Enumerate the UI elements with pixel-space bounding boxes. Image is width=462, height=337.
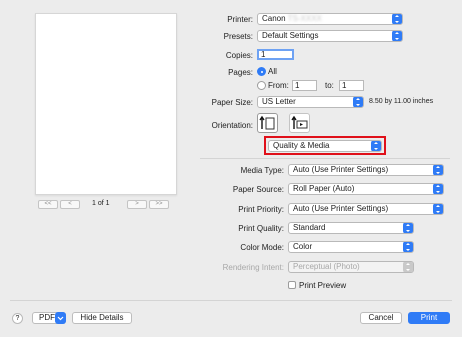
printer-model-redacted: TS-XXXX: [287, 14, 322, 23]
chevron-updown-icon: [403, 262, 413, 272]
orientation-label: Orientation:: [211, 121, 253, 130]
print-preview-checkbox[interactable]: [288, 281, 296, 289]
presets-popup[interactable]: Default Settings: [257, 30, 403, 42]
pages-from-label: From:: [268, 81, 289, 90]
chevron-updown-icon: [433, 165, 443, 175]
section-separator: [200, 158, 450, 159]
preview-prev-page-button[interactable]: <: [60, 200, 80, 209]
printer-popup[interactable]: Canon TS-XXXX: [257, 13, 403, 25]
section-popup-value: Quality & Media: [273, 141, 330, 150]
pages-label: Pages:: [228, 68, 253, 77]
rendering-intent-popup: Perceptual (Photo): [288, 261, 414, 273]
pages-to-label: to:: [325, 81, 334, 90]
chevron-updown-icon: [433, 204, 443, 214]
rendering-intent-label: Rendering Intent:: [222, 263, 284, 272]
pages-all-radio[interactable]: [257, 67, 266, 76]
rendering-intent-value: Perceptual (Photo): [293, 262, 360, 271]
paper-source-label: Paper Source:: [232, 185, 284, 194]
media-type-value: Auto (Use Printer Settings): [293, 165, 389, 174]
paper-size-popup[interactable]: US Letter: [257, 96, 364, 108]
chevron-updown-icon: [392, 31, 402, 41]
chevron-updown-icon: [371, 141, 381, 151]
preview-first-page-button[interactable]: <<: [38, 200, 58, 209]
printer-label: Printer:: [227, 15, 253, 24]
chevron-updown-icon: [403, 223, 413, 233]
chevron-updown-icon: [403, 242, 413, 252]
cancel-button[interactable]: Cancel: [360, 312, 402, 324]
section-popup[interactable]: Quality & Media: [268, 140, 382, 152]
print-priority-value: Auto (Use Printer Settings): [293, 204, 389, 213]
color-mode-label: Color Mode:: [240, 243, 284, 252]
pages-all-label: All: [268, 67, 277, 76]
presets-value: Default Settings: [262, 31, 319, 40]
pdf-menu-button[interactable]: PDF: [32, 312, 66, 324]
print-button[interactable]: Print: [408, 312, 450, 324]
presets-label: Presets:: [223, 32, 253, 41]
hide-details-button[interactable]: Hide Details: [72, 312, 132, 324]
copies-field[interactable]: 1: [257, 49, 294, 60]
chevron-updown-icon: [353, 97, 363, 107]
print-priority-popup[interactable]: Auto (Use Printer Settings): [288, 203, 444, 215]
paper-source-popup[interactable]: Roll Paper (Auto): [288, 183, 444, 195]
footer-separator: [10, 300, 452, 301]
page-preview: [35, 13, 177, 195]
pages-from-field[interactable]: 1: [292, 80, 317, 91]
orientation-portrait-button[interactable]: [257, 113, 278, 133]
print-quality-value: Standard: [293, 223, 326, 232]
chevron-updown-icon: [392, 14, 402, 24]
print-quality-popup[interactable]: Standard: [288, 222, 414, 234]
color-mode-popup[interactable]: Color: [288, 241, 414, 253]
paper-size-value: US Letter: [262, 97, 296, 106]
chevron-down-icon: [55, 312, 66, 324]
print-quality-label: Print Quality:: [238, 224, 284, 233]
help-button[interactable]: ?: [12, 313, 23, 324]
orientation-landscape-button[interactable]: [289, 113, 310, 133]
copies-label: Copies:: [225, 51, 253, 60]
paper-size-label: Paper Size:: [211, 98, 253, 107]
portrait-orientation-icon: [259, 115, 275, 130]
media-type-label: Media Type:: [240, 166, 284, 175]
color-mode-value: Color: [293, 242, 313, 251]
preview-next-page-button[interactable]: >: [127, 200, 147, 209]
printer-value: Canon: [262, 14, 288, 23]
media-type-popup[interactable]: Auto (Use Printer Settings): [288, 164, 444, 176]
preview-page-indicator: 1 of 1: [92, 200, 110, 207]
print-preview-label: Print Preview: [299, 281, 347, 290]
paper-size-dimensions: 8.50 by 11.00 inches: [369, 98, 434, 105]
pdf-label: PDF: [39, 313, 55, 322]
pages-to-field[interactable]: 1: [339, 80, 364, 91]
print-priority-label: Print Priority:: [238, 205, 284, 214]
pages-range-radio[interactable]: [257, 81, 266, 90]
paper-source-value: Roll Paper (Auto): [293, 184, 355, 193]
landscape-orientation-icon: [291, 115, 308, 129]
preview-last-page-button[interactable]: >>: [149, 200, 169, 209]
chevron-updown-icon: [433, 184, 443, 194]
